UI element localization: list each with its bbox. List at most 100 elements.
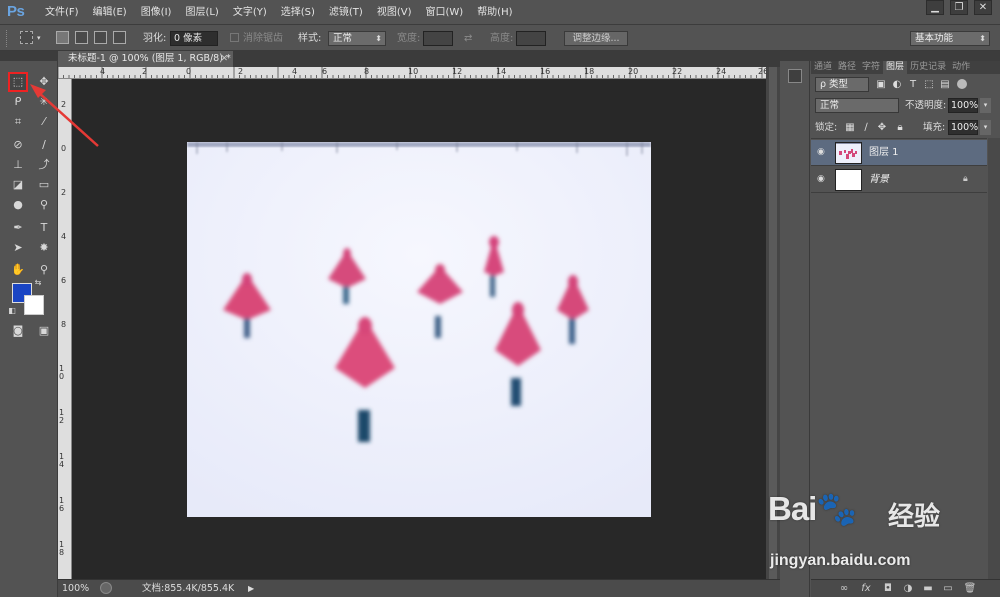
filter-adjustment-icon[interactable]: ◐	[891, 79, 903, 91]
vertical-scrollbar[interactable]	[766, 67, 780, 579]
layer-lock-icon[interactable]: 🔒︎	[963, 174, 968, 184]
screen-mode-tool[interactable]: ▣	[34, 321, 54, 341]
layer-name[interactable]: 背景	[869, 167, 889, 193]
marquee-preset-icon[interactable]	[20, 31, 33, 44]
swap-dimensions-icon[interactable]: ⇄	[464, 31, 472, 46]
crop-tool[interactable]: ⌗	[8, 112, 28, 132]
eraser-tool[interactable]: ◪	[8, 175, 28, 195]
healing-brush-tool[interactable]: ⊘	[8, 135, 28, 155]
mask-icon[interactable]: ◘	[881, 582, 895, 596]
hand-tool[interactable]: ✋	[8, 260, 28, 280]
photo-snow-figures[interactable]	[187, 142, 651, 517]
style-select[interactable]: 正常	[328, 31, 386, 46]
lock-position-icon[interactable]: ✥	[876, 122, 888, 134]
dodge-tool[interactable]: ⚲	[34, 195, 54, 215]
status-info-icon[interactable]	[100, 582, 112, 594]
adjustment-icon[interactable]: ◑	[901, 582, 915, 596]
document-tab[interactable]: 未标题-1 @ 100% (图层 1, RGB/8) * ✕	[58, 51, 233, 67]
feather-input[interactable]: 0 像素	[170, 31, 218, 46]
swap-colors-icon[interactable]: ⇆	[32, 277, 44, 289]
menu-window[interactable]: 窗口(W)	[418, 0, 470, 25]
close-button[interactable]: ✕	[974, 0, 992, 15]
default-colors-icon[interactable]: ◧	[6, 305, 18, 317]
lock-pixels-icon[interactable]: ∕	[860, 122, 872, 134]
tab-layers[interactable]: 图层	[883, 61, 908, 74]
background-color-swatch[interactable]	[24, 295, 44, 315]
eyedropper-tool[interactable]: ⁄	[34, 112, 54, 132]
menu-items: 文件(F) 编辑(E) 图像(I) 图层(L) 文字(Y) 选择(S) 滤镜(T…	[38, 0, 520, 25]
pen-tool[interactable]: ✒	[8, 218, 28, 238]
new-layer-icon[interactable]: ▭	[941, 582, 955, 596]
fill-dropdown-icon[interactable]: ▾	[980, 120, 991, 135]
tab-paths[interactable]: 路径	[835, 61, 859, 74]
history-brush-tool[interactable]: ⤴	[34, 155, 54, 175]
height-input[interactable]	[516, 31, 546, 46]
new-selection-icon[interactable]	[56, 31, 69, 44]
tab-history[interactable]: 历史记录	[907, 61, 949, 74]
menu-filter[interactable]: 滤镜(T)	[322, 0, 370, 25]
menu-view[interactable]: 视图(V)	[370, 0, 419, 25]
rect-marquee-tool[interactable]: ⬚	[8, 72, 28, 92]
link-icon[interactable]: ∞	[837, 582, 851, 596]
status-menu-arrow-icon[interactable]: ▶	[248, 580, 254, 597]
move-tool[interactable]: ✥	[34, 72, 54, 92]
tab-actions[interactable]: 动作	[949, 61, 973, 74]
menu-image[interactable]: 图像(I)	[134, 0, 179, 25]
opacity-input[interactable]: 100%	[948, 98, 978, 113]
clone-stamp-tool[interactable]: ⊥	[8, 155, 28, 175]
width-input[interactable]	[423, 31, 453, 46]
zoom-level[interactable]: 100%	[62, 580, 89, 597]
magic-wand-tool[interactable]: ✳	[34, 92, 54, 112]
blend-mode-select[interactable]: 正常	[815, 98, 899, 113]
type-tool[interactable]: T	[34, 218, 54, 238]
tab-character[interactable]: 字符	[859, 61, 883, 74]
minimize-button[interactable]: ▁	[926, 0, 944, 15]
workspace-select[interactable]: 基本功能	[910, 31, 990, 46]
tab-channels[interactable]: 通道	[811, 61, 835, 74]
subtract-selection-icon[interactable]	[94, 31, 107, 44]
layer-row-background[interactable]: ◉ 背景 🔒︎	[811, 167, 987, 193]
quick-mask-tool[interactable]: ◙	[8, 321, 28, 341]
menu-type[interactable]: 文字(Y)	[226, 0, 274, 25]
menu-edit[interactable]: 编辑(E)	[86, 0, 134, 25]
lasso-tool[interactable]: ᑭ	[8, 92, 28, 112]
menu-select[interactable]: 选择(S)	[274, 0, 322, 25]
menu-file[interactable]: 文件(F)	[38, 0, 86, 25]
menu-help[interactable]: 帮助(H)	[470, 0, 519, 25]
refine-edge-button[interactable]: 调整边缘...	[564, 31, 628, 46]
filter-smart-object-icon[interactable]: ▤	[939, 79, 951, 91]
intersect-selection-icon[interactable]	[113, 31, 126, 44]
gradient-tool[interactable]: ▭	[34, 175, 54, 195]
history-panel-icon[interactable]	[788, 69, 802, 83]
trash-icon[interactable]: 🗑︎	[963, 582, 977, 596]
add-selection-icon[interactable]	[75, 31, 88, 44]
visibility-eye-icon[interactable]: ◉	[817, 174, 829, 184]
blur-tool[interactable]: ●	[8, 195, 28, 215]
custom-shape-tool[interactable]: ✸	[34, 238, 54, 258]
tab-close-icon[interactable]: ✕	[220, 51, 228, 67]
opacity-dropdown-icon[interactable]: ▾	[980, 98, 991, 113]
antialias-checkbox[interactable]	[230, 33, 239, 42]
filter-pixel-icon[interactable]: ▣	[875, 79, 887, 91]
scrollbar-thumb[interactable]	[769, 67, 777, 579]
filter-shape-icon[interactable]: ⬚	[923, 79, 935, 91]
horizontal-ruler[interactable]: 4 2 0 2 4 6 8 10 12 14 16 18 20 22 24 26	[58, 67, 766, 79]
filter-type-icon[interactable]: T	[907, 79, 919, 91]
path-selection-tool[interactable]: ➤	[8, 238, 28, 258]
layers-scrollbar[interactable]	[988, 138, 1000, 579]
lock-all-icon[interactable]: 🔒︎	[894, 122, 906, 134]
maximize-button[interactable]: ❐	[950, 0, 968, 15]
layer-row-layer1[interactable]: ◉ 图层 1	[811, 140, 987, 166]
layer-name[interactable]: 图层 1	[869, 140, 899, 166]
visibility-eye-icon[interactable]: ◉	[817, 147, 829, 157]
fx-icon[interactable]: fx	[859, 582, 873, 596]
lock-transparency-icon[interactable]: ▦	[844, 122, 856, 134]
brush-tool[interactable]: ∕	[34, 135, 54, 155]
preset-dropdown-icon[interactable]: ▾	[37, 31, 41, 46]
layer-filter-kind-select[interactable]: ρ 类型	[815, 77, 869, 92]
vertical-ruler[interactable]: 2 0 2 4 6 8 10 12 14 16 18	[58, 79, 72, 579]
menu-layer[interactable]: 图层(L)	[178, 0, 225, 25]
group-folder-icon[interactable]: ▬	[921, 582, 935, 596]
fill-input[interactable]: 100%	[948, 120, 978, 135]
filter-toggle-icon[interactable]	[957, 79, 967, 89]
